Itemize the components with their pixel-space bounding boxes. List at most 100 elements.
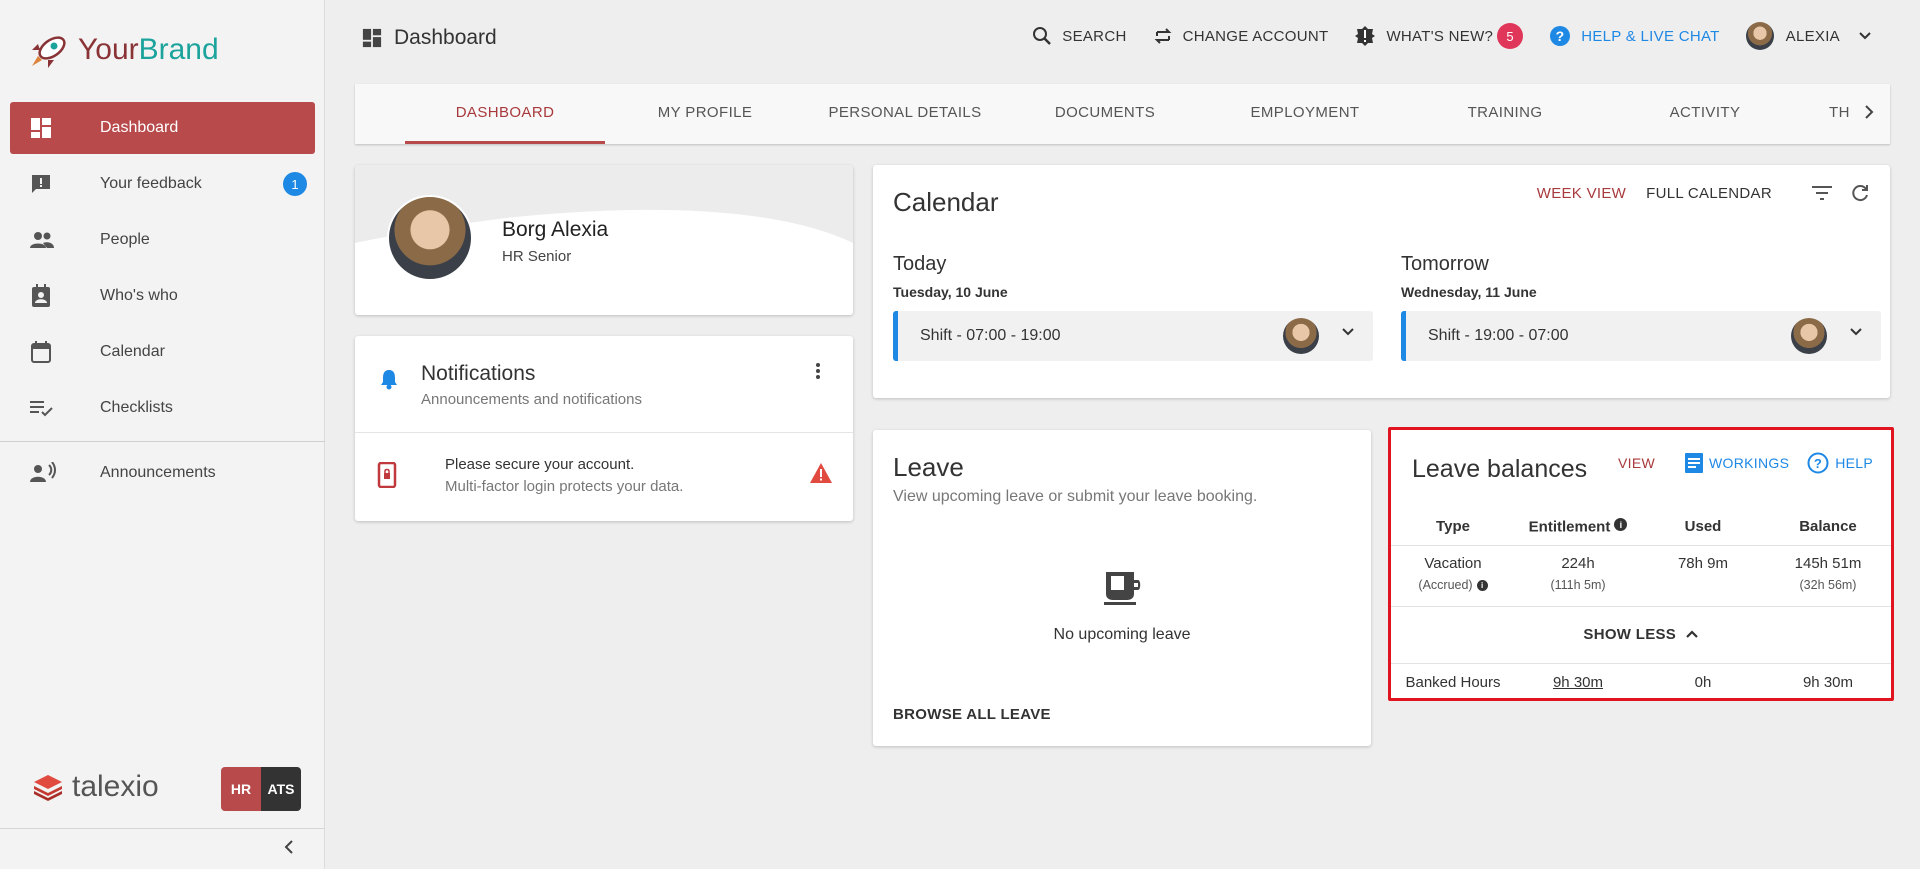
tab-activity[interactable]: ACTIVITY xyxy=(1605,84,1805,144)
user-menu[interactable]: ALEXIA xyxy=(1745,22,1872,50)
filter-icon[interactable] xyxy=(1812,186,1832,200)
help-outline-icon: ? xyxy=(1807,452,1829,474)
vacation-entitlement-cell: 224h (111h 5m) xyxy=(1515,555,1641,592)
today-date: Tuesday, 10 June xyxy=(893,284,1008,300)
full-calendar-button[interactable]: FULL CALENDAR xyxy=(1646,185,1772,202)
today-shift[interactable]: Shift - 07:00 - 19:00 xyxy=(893,311,1373,361)
tab-documents[interactable]: DOCUMENTS xyxy=(1005,84,1205,144)
more-vert-icon[interactable] xyxy=(815,362,821,380)
table-row-banked-hours: Banked Hours 9h 30m 0h 9h 30m xyxy=(1391,674,1891,691)
vacation-balance-sub: (32h 56m) xyxy=(1799,578,1857,592)
calendar-card: Calendar WEEK VIEW FULL CALENDAR Today T… xyxy=(873,165,1890,398)
banked-entitlement-link[interactable]: 9h 30m xyxy=(1553,674,1603,691)
profile-role: HR Senior xyxy=(502,248,572,265)
megaphone-person-icon xyxy=(10,462,100,484)
refresh-icon[interactable] xyxy=(1850,183,1870,203)
notifications-header: Notifications Announcements and notifica… xyxy=(355,336,853,433)
notifications-title: Notifications xyxy=(421,362,536,385)
tomorrow-date: Wednesday, 11 June xyxy=(1401,284,1537,300)
sidebar-item-label: People xyxy=(100,231,150,248)
tomorrow-label: Tomorrow xyxy=(1401,253,1489,275)
col-balance: Balance xyxy=(1799,518,1857,535)
user-name: ALEXIA xyxy=(1785,27,1840,45)
balances-header-row: Type Entitlement i Used Balance xyxy=(1391,518,1891,546)
chevron-down-icon[interactable] xyxy=(1849,327,1863,337)
brand-text-your: Your xyxy=(78,33,139,66)
tab-training[interactable]: TRAINING xyxy=(1405,84,1605,144)
profile-tabs: DASHBOARD MY PROFILE PERSONAL DETAILS DO… xyxy=(355,84,1890,144)
help-button[interactable]: ? HELP xyxy=(1807,452,1873,474)
sidebar-item-announcements[interactable]: Announcements xyxy=(10,447,315,499)
info-icon[interactable]: i xyxy=(1614,518,1628,531)
dashboard-icon xyxy=(10,117,100,139)
chevron-up-icon xyxy=(1685,630,1698,638)
document-list-icon xyxy=(1685,453,1704,473)
browse-all-leave-button[interactable]: BROWSE ALL LEAVE xyxy=(893,706,1051,723)
chevron-down-icon[interactable] xyxy=(1341,327,1355,337)
profile-avatar xyxy=(387,195,473,281)
calendar-title: Calendar xyxy=(893,187,999,217)
search-button[interactable]: SEARCH xyxy=(1032,26,1126,46)
sidebar-item-label: Calendar xyxy=(100,343,165,360)
help-live-chat-button[interactable]: ? HELP & LIVE CHAT xyxy=(1549,25,1719,47)
checklist-icon xyxy=(10,398,100,418)
whats-new-button[interactable]: WHAT'S NEW? 5 xyxy=(1354,23,1524,49)
leave-balances-title: Leave balances xyxy=(1412,455,1588,483)
ats-switch-button[interactable]: ATS xyxy=(261,767,301,811)
sidebar: Your Brand Dashboard Your feedback 1 Peop… xyxy=(0,0,325,869)
sidebar-footer xyxy=(0,828,325,869)
sidebar-item-checklists[interactable]: Checklists xyxy=(10,382,315,434)
today-column: Today Tuesday, 10 June Shift - 07:00 - 1… xyxy=(893,253,1373,361)
leave-title: Leave xyxy=(893,452,964,482)
shift-label: Shift - 07:00 - 19:00 xyxy=(920,327,1061,344)
sidebar-item-feedback[interactable]: Your feedback 1 xyxy=(10,158,315,210)
info-icon[interactable]: i xyxy=(1476,580,1488,591)
sidebar-item-label: Checklists xyxy=(100,399,173,416)
tab-employment[interactable]: EMPLOYMENT xyxy=(1205,84,1405,144)
leave-card: Leave View upcoming leave or submit your… xyxy=(873,430,1371,746)
view-balances-button[interactable]: VIEW xyxy=(1618,455,1655,471)
vacation-accrued-label: (Accrued) xyxy=(1418,578,1473,592)
coffee-cup-icon xyxy=(1104,572,1141,605)
show-less-button[interactable]: SHOW LESS xyxy=(1391,626,1891,643)
table-row-vacation: Vacation (Accrued) i 224h (111h 5m) 78h 9… xyxy=(1391,555,1891,592)
brand-text-brand: Brand xyxy=(138,33,219,66)
vacation-type: Vacation xyxy=(1424,555,1482,572)
collapse-sidebar-icon[interactable] xyxy=(283,839,295,860)
feedback-count-badge: 1 xyxy=(283,172,307,196)
chevron-down-icon xyxy=(1859,32,1871,40)
help-label: HELP xyxy=(1835,455,1873,471)
help-circle-icon: ? xyxy=(1550,26,1571,46)
sidebar-item-whos-who[interactable]: Who's who xyxy=(10,270,315,322)
brand-logo[interactable]: Your Brand xyxy=(28,30,219,70)
sidebar-item-calendar[interactable]: Calendar xyxy=(10,326,315,378)
tab-truncated[interactable]: TH xyxy=(1805,84,1865,144)
sidebar-item-people[interactable]: People xyxy=(10,214,315,266)
sidebar-item-dashboard[interactable]: Dashboard xyxy=(10,102,315,154)
week-view-button[interactable]: WEEK VIEW xyxy=(1537,185,1626,202)
svg-text:?: ? xyxy=(1556,28,1565,44)
tab-my-profile[interactable]: MY PROFILE xyxy=(605,84,805,144)
tomorrow-shift[interactable]: Shift - 19:00 - 07:00 xyxy=(1401,311,1881,361)
vacation-balance-cell: 145h 51m (32h 56m) xyxy=(1765,555,1891,592)
tomorrow-column: Tomorrow Wednesday, 11 June Shift - 19:0… xyxy=(1401,253,1881,361)
change-account-label: CHANGE ACCOUNT xyxy=(1182,27,1329,45)
vacation-used: 78h 9m xyxy=(1677,555,1729,572)
vacation-type-cell: Vacation (Accrued) i xyxy=(1391,555,1515,592)
sidebar-nav-secondary: Announcements xyxy=(10,447,315,503)
tab-personal-details[interactable]: PERSONAL DETAILS xyxy=(805,84,1005,144)
page-title: Dashboard xyxy=(362,26,497,50)
shift-avatar xyxy=(1791,318,1827,354)
whats-new-count-badge: 5 xyxy=(1497,23,1524,49)
tabs-scroll-right-icon[interactable] xyxy=(1864,104,1874,125)
change-account-button[interactable]: CHANGE ACCOUNT xyxy=(1153,26,1329,46)
workings-button[interactable]: WORKINGS xyxy=(1685,453,1789,473)
hr-switch-button[interactable]: HR xyxy=(221,767,261,811)
calendar-icon xyxy=(10,340,100,364)
notifications-card: Notifications Announcements and notifica… xyxy=(355,336,853,521)
notification-item-title[interactable]: Please secure your account. xyxy=(445,456,634,473)
vacation-balance: 145h 51m xyxy=(1794,555,1862,572)
tab-dashboard[interactable]: DASHBOARD xyxy=(405,84,605,144)
notification-item-body: Multi-factor login protects your data. xyxy=(445,478,684,495)
product-switch: HR ATS xyxy=(221,767,301,811)
